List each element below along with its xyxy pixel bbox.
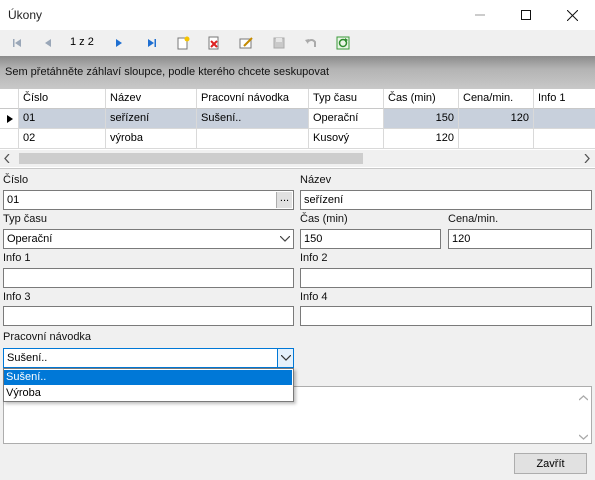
table-cell[interactable]: 120 bbox=[459, 109, 534, 129]
table-cell[interactable]: 01 bbox=[19, 109, 106, 129]
table-cell[interactable] bbox=[534, 129, 595, 149]
navodka-value: Sušení.. bbox=[7, 352, 48, 364]
column-header[interactable]: Název bbox=[106, 89, 197, 109]
cislo-field[interactable]: 01 ... bbox=[3, 190, 294, 210]
row-indicator-header bbox=[0, 89, 19, 109]
close-window-button[interactable] bbox=[549, 0, 595, 30]
navodka-label: Pracovní návodka bbox=[3, 331, 92, 343]
column-header[interactable]: Typ času bbox=[309, 89, 384, 109]
dropdown-option[interactable]: Výroba bbox=[4, 386, 292, 401]
info4-field[interactable] bbox=[300, 306, 592, 326]
close-button[interactable]: Zavřít bbox=[514, 453, 587, 474]
refresh-icon bbox=[336, 36, 350, 50]
cena-field[interactable]: 120 bbox=[448, 229, 592, 249]
chevron-down-icon[interactable] bbox=[277, 349, 293, 367]
cena-label: Cena/min. bbox=[448, 213, 499, 225]
table-cell[interactable] bbox=[459, 129, 534, 149]
column-header[interactable]: Číslo bbox=[19, 89, 106, 109]
record-position: 1 z 2 bbox=[70, 36, 94, 48]
info4-label: Info 4 bbox=[300, 291, 328, 303]
save-icon bbox=[273, 37, 285, 49]
table-cell[interactable] bbox=[534, 109, 595, 129]
delete-record-button[interactable] bbox=[205, 34, 223, 52]
cislo-value: 01 bbox=[7, 194, 20, 206]
maximize-icon bbox=[521, 10, 531, 20]
next-record-button[interactable] bbox=[110, 34, 128, 52]
table-cell[interactable] bbox=[197, 129, 309, 149]
column-header[interactable]: Pracovní návodka bbox=[197, 89, 309, 109]
typ-casu-select[interactable]: Operační bbox=[3, 229, 294, 249]
table-cell[interactable]: 150 bbox=[384, 109, 459, 129]
row-indicator bbox=[0, 129, 19, 149]
column-header[interactable]: Čas (min) bbox=[384, 89, 459, 109]
undo-button[interactable] bbox=[302, 34, 320, 52]
delete-icon bbox=[208, 36, 219, 50]
minimize-button[interactable] bbox=[457, 0, 503, 30]
first-icon bbox=[13, 39, 21, 47]
refresh-button[interactable] bbox=[334, 34, 352, 52]
column-header[interactable]: Cena/min. bbox=[459, 89, 534, 109]
info2-field[interactable] bbox=[300, 268, 592, 288]
info1-field[interactable] bbox=[3, 268, 294, 288]
undo-icon bbox=[305, 39, 316, 47]
scroll-up-icon[interactable] bbox=[578, 392, 589, 404]
first-record-button[interactable] bbox=[8, 34, 26, 52]
save-record-button[interactable] bbox=[270, 34, 288, 52]
info3-field[interactable] bbox=[3, 306, 294, 326]
group-by-hint: Sem přetáhněte záhlaví sloupce, podle kt… bbox=[5, 66, 330, 78]
nazev-label: Název bbox=[300, 174, 332, 186]
next-icon bbox=[116, 39, 122, 47]
scroll-down-icon[interactable] bbox=[578, 431, 589, 443]
current-row-indicator-icon bbox=[0, 109, 19, 129]
table-cell[interactable]: Operační bbox=[309, 109, 384, 129]
cas-field[interactable]: 150 bbox=[300, 229, 441, 249]
ellipsis-button[interactable]: ... bbox=[276, 192, 292, 208]
cislo-label: Číslo bbox=[3, 174, 29, 186]
table-cell[interactable]: 02 bbox=[19, 129, 106, 149]
prev-icon bbox=[45, 39, 51, 47]
table-cell[interactable]: Sušení.. bbox=[197, 109, 309, 129]
scroll-left-icon[interactable] bbox=[4, 153, 10, 166]
window-title: Úkony bbox=[8, 8, 43, 22]
chevron-down-icon[interactable] bbox=[277, 230, 293, 248]
last-record-button[interactable] bbox=[143, 34, 161, 52]
table-cell[interactable]: seřízení bbox=[106, 109, 197, 129]
column-header[interactable]: Info 1 bbox=[534, 89, 595, 109]
table-cell[interactable]: Kusový bbox=[309, 129, 384, 149]
maximize-button[interactable] bbox=[503, 0, 549, 30]
table-cell[interactable]: 120 bbox=[384, 129, 459, 149]
minimize-icon bbox=[475, 14, 485, 16]
vertical-scrollbar[interactable] bbox=[576, 387, 591, 443]
new-record-button[interactable] bbox=[174, 34, 192, 52]
horizontal-scroll-thumb[interactable] bbox=[19, 153, 363, 164]
typ-casu-value: Operační bbox=[7, 233, 53, 245]
edit-record-button[interactable] bbox=[237, 34, 255, 52]
dropdown-option[interactable]: Sušení.. bbox=[4, 370, 292, 385]
edit-icon bbox=[239, 37, 253, 49]
new-icon bbox=[177, 36, 190, 50]
prev-record-button[interactable] bbox=[39, 34, 57, 52]
info2-label: Info 2 bbox=[300, 252, 328, 264]
scroll-right-icon[interactable] bbox=[584, 153, 590, 166]
table-cell[interactable]: výroba bbox=[106, 129, 197, 149]
cas-label: Čas (min) bbox=[300, 213, 348, 225]
typ-casu-label: Typ času bbox=[3, 213, 48, 225]
close-icon bbox=[566, 9, 578, 21]
info1-label: Info 1 bbox=[3, 252, 31, 264]
last-icon bbox=[148, 39, 156, 47]
nazev-field[interactable]: seřízení bbox=[300, 190, 592, 210]
info3-label: Info 3 bbox=[3, 291, 31, 303]
navodka-select[interactable]: Sušení.. bbox=[3, 348, 294, 368]
